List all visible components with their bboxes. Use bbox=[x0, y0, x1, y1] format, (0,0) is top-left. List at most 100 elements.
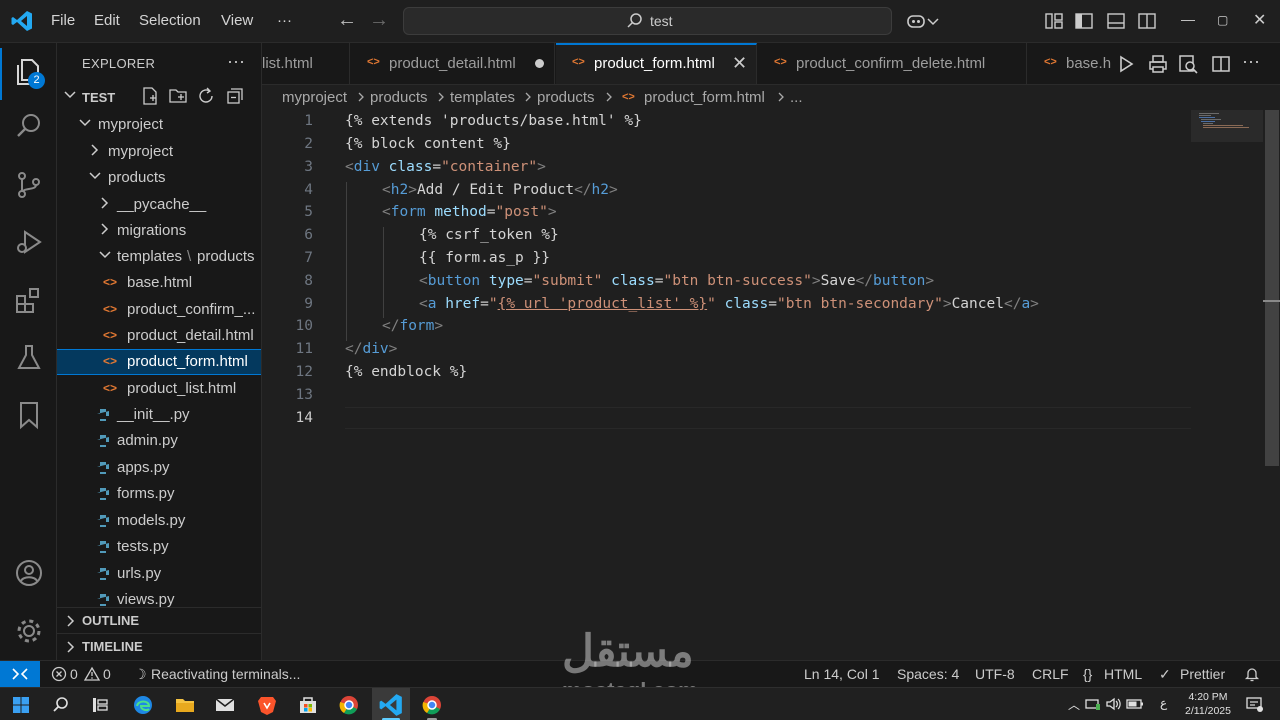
file-product-list-html[interactable]: <> product_list.html bbox=[57, 377, 261, 401]
customize-layout-icon[interactable] bbox=[1043, 10, 1065, 32]
template-url-link[interactable]: {% url 'product_list' %} bbox=[498, 296, 708, 312]
file-forms-py[interactable]: forms.py bbox=[57, 482, 261, 506]
copilot-icon[interactable] bbox=[905, 10, 927, 32]
task-view-icon[interactable] bbox=[87, 692, 113, 718]
refresh-icon[interactable] bbox=[196, 86, 216, 106]
toggle-panel-icon[interactable] bbox=[1105, 10, 1127, 32]
print-icon[interactable] bbox=[1147, 53, 1169, 75]
tab-base[interactable]: <> base.h bbox=[1027, 43, 1117, 84]
back-arrow-icon[interactable]: ← bbox=[337, 9, 357, 32]
menu-selection[interactable]: Selection bbox=[139, 12, 201, 29]
edge-browser-icon[interactable] bbox=[130, 692, 156, 718]
indentation[interactable]: Spaces: 4 bbox=[897, 666, 959, 682]
menu-more[interactable]: ··· bbox=[277, 12, 292, 29]
notifications-icon[interactable] bbox=[1244, 694, 1264, 714]
file-product-confirm-delete-html[interactable]: <> product_confirm_... bbox=[57, 298, 261, 322]
vertical-scrollbar[interactable] bbox=[1265, 110, 1279, 466]
minimap[interactable] bbox=[1191, 110, 1263, 142]
chevron-down-icon[interactable] bbox=[926, 10, 940, 32]
preview-search-icon[interactable] bbox=[1177, 53, 1199, 75]
breadcrumb-myproject[interactable]: myproject bbox=[282, 89, 347, 106]
error-count[interactable]: 0 bbox=[70, 666, 78, 682]
file-base-html[interactable]: <> base.html bbox=[57, 271, 261, 295]
prettier-status[interactable]: Prettier bbox=[1180, 666, 1225, 682]
new-file-icon[interactable] bbox=[140, 86, 160, 106]
warning-icon[interactable] bbox=[84, 666, 100, 682]
end-of-line[interactable]: CRLF bbox=[1032, 666, 1069, 682]
gear-icon[interactable] bbox=[13, 615, 45, 647]
file-product-detail-html[interactable]: <> product_detail.html bbox=[57, 324, 261, 348]
file-views-py[interactable]: views.py bbox=[57, 588, 261, 608]
account-icon[interactable] bbox=[13, 557, 45, 589]
outline-section[interactable]: OUTLINE bbox=[57, 607, 261, 633]
chrome-profile-icon[interactable] bbox=[419, 692, 445, 718]
input-language[interactable]: ع bbox=[1160, 696, 1167, 710]
toggle-secondary-sidebar-icon[interactable] bbox=[1136, 10, 1158, 32]
breadcrumb-templates[interactable]: templates bbox=[450, 89, 515, 106]
bell-icon[interactable] bbox=[1244, 666, 1260, 682]
windows-start-icon[interactable] bbox=[8, 692, 34, 718]
breadcrumb-symbol[interactable]: ... bbox=[790, 89, 803, 106]
search-icon[interactable] bbox=[13, 110, 45, 142]
breadcrumb-products-sub[interactable]: products bbox=[537, 89, 595, 106]
tab-product-detail[interactable]: <> product_detail.html bbox=[350, 43, 555, 84]
folder-products[interactable]: products bbox=[57, 166, 261, 190]
testing-flask-icon[interactable] bbox=[13, 342, 45, 374]
editor-more-actions[interactable]: ··· bbox=[1242, 51, 1260, 72]
menu-view[interactable]: View bbox=[221, 12, 253, 29]
warning-count[interactable]: 0 bbox=[103, 666, 111, 682]
language-mode[interactable]: HTML bbox=[1104, 666, 1142, 682]
menu-edit[interactable]: Edit bbox=[94, 12, 120, 29]
file-explorer-icon[interactable] bbox=[172, 692, 198, 718]
split-editor-icon[interactable] bbox=[1210, 53, 1232, 75]
file-urls-py[interactable]: urls.py bbox=[57, 562, 261, 586]
volume-icon[interactable] bbox=[1104, 695, 1122, 713]
tray-chevron-up-icon[interactable]: ︿ bbox=[1068, 696, 1080, 713]
encoding[interactable]: UTF-8 bbox=[975, 666, 1015, 682]
tab-product-list[interactable]: list.html bbox=[262, 43, 350, 84]
system-clock[interactable]: 4:20 PM 2/11/2025 bbox=[1180, 690, 1236, 718]
file-init-py[interactable]: __init__.py bbox=[57, 403, 261, 427]
code-editor[interactable]: 1 2 3 4 5 6 7 8 9 10 11 12 13 14 {% exte… bbox=[262, 110, 1280, 660]
network-icon[interactable] bbox=[1084, 695, 1102, 713]
search-icon[interactable] bbox=[48, 692, 74, 718]
file-tests-py[interactable]: tests.py bbox=[57, 535, 261, 559]
battery-icon[interactable] bbox=[1125, 695, 1145, 713]
tab-product-confirm-delete[interactable]: <> product_confirm_delete.html bbox=[757, 43, 1027, 84]
error-icon[interactable] bbox=[51, 666, 67, 682]
folder-myproject-inner[interactable]: myproject bbox=[57, 140, 261, 164]
maximize-icon[interactable]: ▢ bbox=[1217, 13, 1228, 27]
command-center-search[interactable]: test bbox=[403, 7, 892, 35]
folder-pycache[interactable]: __pycache__ bbox=[57, 193, 261, 217]
cursor-position[interactable]: Ln 14, Col 1 bbox=[804, 666, 880, 682]
minimize-icon[interactable]: — bbox=[1181, 11, 1195, 27]
microsoft-store-icon[interactable] bbox=[295, 692, 321, 718]
chrome-browser-icon[interactable] bbox=[336, 692, 362, 718]
folder-migrations[interactable]: migrations bbox=[57, 219, 261, 243]
source-control-icon[interactable] bbox=[13, 169, 45, 201]
file-product-form-html[interactable]: <> product_form.html bbox=[57, 349, 261, 375]
vscode-taskbar-icon[interactable] bbox=[378, 692, 404, 718]
file-apps-py[interactable]: apps.py bbox=[57, 456, 261, 480]
extensions-icon[interactable] bbox=[13, 284, 45, 316]
status-message[interactable]: Reactivating terminals... bbox=[151, 666, 300, 682]
unsaved-dot-icon[interactable] bbox=[535, 59, 544, 68]
file-models-py[interactable]: models.py bbox=[57, 509, 261, 533]
run-debug-icon[interactable] bbox=[13, 226, 45, 258]
forward-arrow-icon[interactable]: → bbox=[369, 9, 389, 32]
brave-browser-icon[interactable] bbox=[254, 692, 280, 718]
remote-indicator[interactable] bbox=[0, 661, 40, 687]
explorer-more-button[interactable]: ··· bbox=[227, 51, 245, 72]
breadcrumb-file[interactable]: product_form.html bbox=[644, 89, 765, 106]
new-folder-icon[interactable] bbox=[168, 86, 188, 106]
close-window-icon[interactable]: ✕ bbox=[1253, 10, 1266, 30]
timeline-section[interactable]: TIMELINE bbox=[57, 633, 261, 659]
file-admin-py[interactable]: admin.py bbox=[57, 429, 261, 453]
run-file-icon[interactable] bbox=[1115, 53, 1137, 75]
folder-templates[interactable]: templates \ products bbox=[57, 245, 261, 269]
toggle-sidebar-icon[interactable] bbox=[1073, 10, 1095, 32]
close-tab-icon[interactable]: ✕ bbox=[732, 53, 747, 74]
mail-icon[interactable] bbox=[212, 692, 238, 718]
bookmark-icon[interactable] bbox=[13, 399, 45, 431]
tab-product-form[interactable]: <> product_form.html ✕ bbox=[556, 43, 757, 84]
